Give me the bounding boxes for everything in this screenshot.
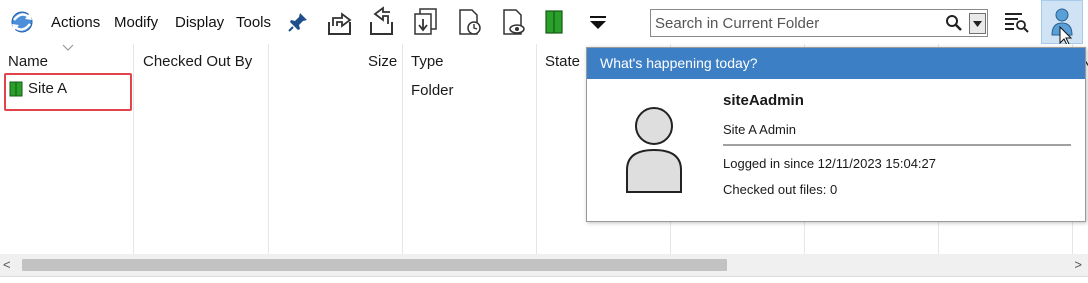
search-icon[interactable] (945, 14, 963, 32)
overflow-menu-icon[interactable] (582, 6, 614, 38)
user-button[interactable] (1041, 0, 1083, 46)
menu-tools[interactable]: Tools (236, 14, 271, 31)
search-dropdown-button[interactable] (969, 13, 986, 34)
column-divider (133, 44, 134, 254)
preview-icon[interactable] (498, 6, 530, 38)
avatar-icon (626, 107, 682, 193)
chevron-down-icon (973, 20, 982, 27)
popup-full-name: Site A Admin (723, 122, 796, 137)
scroll-right-button[interactable]: > (1074, 257, 1082, 272)
menu-modify[interactable]: Modify (114, 14, 158, 31)
search-input[interactable] (655, 11, 943, 35)
column-divider (268, 44, 269, 254)
list-search-icon[interactable] (1000, 6, 1032, 38)
column-header-state[interactable]: State (545, 53, 580, 70)
popup-checked-out-files: Checked out files: 0 (723, 182, 838, 197)
popup-divider (723, 144, 1071, 146)
row-name-cell: Site A (28, 80, 68, 97)
vault-icon[interactable] (538, 6, 570, 38)
column-header-size[interactable]: Size (368, 53, 397, 70)
toolbar: Actions Modify Display Tools (0, 0, 1088, 46)
column-header-checked-out-by[interactable]: Checked Out By (143, 53, 252, 70)
popup-title: What's happening today? (587, 48, 1085, 79)
search-field (650, 9, 988, 37)
popup-logged-in: Logged in since 12/11/2023 15:04:27 (723, 156, 936, 171)
column-divider (402, 44, 403, 254)
menu-actions[interactable]: Actions (51, 14, 100, 31)
check-in-icon[interactable] (366, 6, 398, 38)
row-type-cell: Folder (411, 82, 454, 99)
status-strip (0, 276, 1088, 283)
column-header-name[interactable]: Name (8, 53, 48, 70)
check-out-icon[interactable] (324, 6, 356, 38)
horizontal-scrollbar[interactable]: < > (0, 254, 1088, 276)
table-row[interactable]: Site A (9, 80, 67, 97)
scrollbar-thumb[interactable] (22, 259, 727, 271)
column-header-type[interactable]: Type (411, 53, 444, 70)
menu-display[interactable]: Display (175, 14, 224, 31)
sort-chevron-icon (62, 44, 74, 51)
history-icon[interactable] (454, 6, 486, 38)
get-latest-icon[interactable] (410, 6, 442, 38)
column-divider (536, 44, 537, 254)
user-icon (1051, 8, 1073, 46)
pin-icon[interactable] (282, 6, 314, 38)
refresh-icon[interactable] (6, 6, 38, 38)
user-info-popup: What's happening today? siteAadmin Site … (586, 47, 1086, 222)
scroll-left-button[interactable]: < (3, 257, 11, 272)
popup-username: siteAadmin (723, 92, 804, 109)
folder-icon (9, 81, 23, 96)
